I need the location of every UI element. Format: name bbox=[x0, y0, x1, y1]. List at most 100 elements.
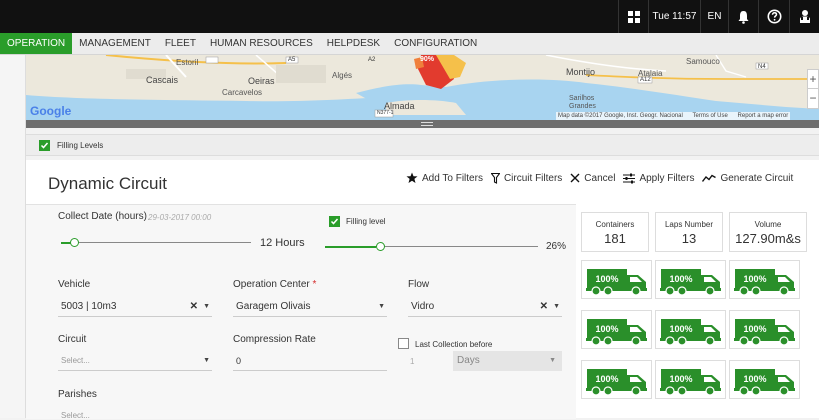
chevron-down-icon: ▼ bbox=[203, 357, 210, 364]
truck-icon: 100% bbox=[586, 269, 647, 296]
main-navigation: OPERATION MANAGEMENT FLEET HUMAN RESOURC… bbox=[0, 33, 819, 55]
close-icon bbox=[570, 173, 580, 183]
truck-icon: 100% bbox=[734, 369, 795, 396]
operation-center-label: Operation Center * bbox=[233, 279, 317, 290]
nav-management[interactable]: MANAGEMENT bbox=[72, 33, 158, 54]
truck-fill-label: 100% bbox=[669, 274, 692, 284]
vehicle-value: 5003 | 10m3 bbox=[61, 301, 117, 312]
truck-icon: 100% bbox=[660, 369, 721, 396]
generate-circuit-label: Generate Circuit bbox=[720, 172, 794, 184]
sliders-icon bbox=[623, 173, 636, 183]
truck-fill-card[interactable]: 100% bbox=[655, 310, 726, 349]
language-selector[interactable]: EN bbox=[700, 0, 728, 33]
map-report-link[interactable]: Report a map error bbox=[738, 113, 789, 119]
truck-fill-label: 100% bbox=[743, 274, 766, 284]
truck-fill-card[interactable]: 100% bbox=[729, 360, 800, 399]
circuit-select[interactable]: Select... ▼ bbox=[58, 351, 212, 371]
map-label-sarilhos-grandes: Sarilhos Grandes bbox=[569, 95, 596, 110]
filling-levels-label: Filling Levels bbox=[57, 141, 104, 150]
nav-operation[interactable]: OPERATION bbox=[0, 33, 73, 54]
vehicle-clear-icon[interactable]: ✕ bbox=[190, 297, 198, 317]
collect-date-slider-thumb[interactable] bbox=[70, 238, 79, 247]
nav-fleet[interactable]: FLEET bbox=[158, 33, 203, 54]
add-to-filters-label: Add To Filters bbox=[422, 172, 483, 184]
truck-fill-card[interactable]: 100% bbox=[729, 310, 800, 349]
volume-stat: Volume 127.90m&s bbox=[729, 212, 807, 252]
map-label-oeiras: Oeiras bbox=[248, 76, 275, 86]
last-collection-checkbox[interactable] bbox=[398, 338, 409, 349]
nav-human-resources[interactable]: HUMAN RESOURCES bbox=[203, 33, 320, 54]
apply-filters-label: Apply Filters bbox=[639, 172, 695, 184]
map-zoom-out-button[interactable]: − bbox=[807, 89, 819, 109]
circuit-filters-button[interactable]: Circuit Filters bbox=[490, 172, 562, 184]
filling-levels-bar: Filling Levels bbox=[26, 134, 819, 156]
apply-filters-button[interactable]: Apply Filters bbox=[623, 172, 694, 184]
map-zoom-in-button[interactable]: + bbox=[807, 69, 819, 89]
truck-fill-card[interactable]: 100% bbox=[655, 260, 726, 299]
flow-clear-icon[interactable]: ✕ bbox=[540, 297, 548, 317]
resize-handle-icon[interactable] bbox=[420, 121, 434, 127]
filling-levels-checkbox[interactable] bbox=[39, 140, 50, 151]
truck-fill-card[interactable]: 100% bbox=[581, 360, 652, 399]
filling-level-checkbox[interactable] bbox=[329, 216, 340, 227]
operation-center-select[interactable]: Garagem Olivais ▼ bbox=[233, 297, 387, 317]
star-icon bbox=[406, 172, 418, 183]
truck-fill-label: 100% bbox=[743, 374, 766, 384]
containers-stat: Containers 181 bbox=[581, 212, 649, 252]
chevron-down-icon: ▼ bbox=[549, 357, 556, 364]
laps-number-title: Laps Number bbox=[664, 220, 714, 229]
truck-fill-card[interactable]: 100% bbox=[655, 360, 726, 399]
truck-fill-card[interactable]: 100% bbox=[729, 260, 800, 299]
flow-select[interactable]: Vidro ✕ ▼ bbox=[408, 297, 562, 317]
collect-date-value: 12 Hours bbox=[260, 237, 305, 249]
truck-fill-label: 100% bbox=[669, 374, 692, 384]
help-icon[interactable] bbox=[758, 0, 789, 33]
compression-rate-input[interactable]: 0 bbox=[233, 351, 387, 371]
map-view[interactable]: Estoril Cascais Oeiras Carcavelos Algés … bbox=[26, 55, 819, 121]
last-collection-unit: Days bbox=[457, 355, 480, 366]
last-collection-unit-select[interactable]: Days ▼ bbox=[453, 351, 562, 371]
user-profile-icon[interactable] bbox=[789, 0, 819, 33]
collect-date-hint: 29-03-2017 00:00 bbox=[148, 213, 212, 222]
map-label-alges: Algés bbox=[332, 71, 353, 80]
truck-icon: 100% bbox=[586, 369, 647, 396]
notifications-bell-icon[interactable] bbox=[728, 0, 758, 33]
filter-form: Collect Date (hours) 29-03-2017 00:00 12… bbox=[26, 204, 576, 420]
add-to-filters-button[interactable]: Add To Filters bbox=[406, 172, 483, 184]
chevron-down-icon: ▼ bbox=[553, 303, 560, 310]
filter-icon bbox=[490, 172, 500, 184]
collect-date-slider-track[interactable] bbox=[74, 242, 251, 243]
generate-circuit-button[interactable]: Generate Circuit bbox=[702, 172, 793, 184]
map-road-a12: A12 bbox=[640, 77, 651, 83]
vehicle-select[interactable]: 5003 | 10m3 ✕ ▼ bbox=[58, 297, 212, 317]
truck-icon: 100% bbox=[660, 319, 721, 346]
laps-number-value: 13 bbox=[681, 231, 697, 246]
google-logo: Google bbox=[30, 104, 72, 118]
compression-rate-value: 0 bbox=[236, 356, 242, 366]
last-collection-number[interactable]: 1 bbox=[410, 357, 414, 366]
clock-display: Tue 11:57 bbox=[648, 0, 700, 33]
filling-level-slider-thumb[interactable] bbox=[376, 242, 385, 251]
circuit-toolbar: Add To Filters Circuit Filters Cancel Ap… bbox=[406, 172, 801, 184]
collect-date-label: Collect Date (hours) bbox=[58, 211, 147, 222]
nav-helpdesk[interactable]: HELPDESK bbox=[320, 33, 387, 54]
map-road-n377: N377-1 bbox=[377, 110, 394, 116]
volume-title: Volume bbox=[754, 220, 782, 229]
map-road-n4: N4 bbox=[758, 64, 766, 70]
chevron-down-icon: ▼ bbox=[378, 303, 385, 310]
nav-configuration[interactable]: CONFIGURATION bbox=[387, 33, 484, 54]
map-terms-link[interactable]: Terms of Use bbox=[693, 113, 728, 119]
truck-icon: 100% bbox=[660, 269, 721, 296]
filling-level-slider-fill bbox=[325, 246, 376, 248]
cancel-button[interactable]: Cancel bbox=[570, 172, 615, 184]
flow-value: Vidro bbox=[411, 301, 435, 312]
apps-grid-icon[interactable] bbox=[618, 0, 648, 33]
top-bar: Tue 11:57 EN bbox=[0, 0, 819, 33]
truck-fill-card[interactable]: 100% bbox=[581, 310, 652, 349]
truck-fill-card[interactable]: 100% bbox=[581, 260, 652, 299]
operation-center-value: Garagem Olivais bbox=[236, 301, 311, 312]
vehicle-label: Vehicle bbox=[58, 279, 91, 290]
filling-level-slider-track[interactable] bbox=[376, 246, 538, 247]
truck-icon: 100% bbox=[734, 319, 795, 346]
parishes-placeholder[interactable]: Select... bbox=[61, 411, 90, 420]
